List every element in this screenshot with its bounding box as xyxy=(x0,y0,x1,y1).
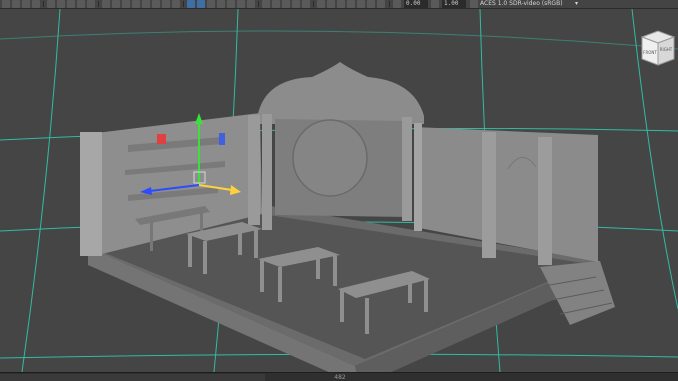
wireframe-icon[interactable] xyxy=(87,0,95,8)
view-transform-label[interactable]: ACES 1.0 SDR-video (sRGB) xyxy=(480,0,563,8)
depth-of-field-icon[interactable] xyxy=(172,0,180,8)
lights-icon[interactable] xyxy=(122,0,130,8)
hud-toggle-icon[interactable] xyxy=(227,0,235,8)
snap-curve-icon[interactable] xyxy=(12,0,20,8)
viewcube[interactable]: FRONT RIGHT xyxy=(638,29,678,69)
motion-blur-icon[interactable] xyxy=(152,0,160,8)
camera-icon[interactable] xyxy=(47,0,55,8)
viewcube-front-label: FRONT xyxy=(643,50,657,55)
resolution-gate-icon[interactable] xyxy=(237,0,245,8)
ambient-occlusion-icon[interactable] xyxy=(142,0,150,8)
viewport-2-icon[interactable] xyxy=(357,0,365,8)
z-plane-handle-icon xyxy=(219,133,225,145)
exposure-field[interactable]: 0.00 xyxy=(404,0,428,8)
grid-toggle-icon[interactable] xyxy=(217,0,225,8)
display-options-icon[interactable] xyxy=(377,0,385,8)
scene-canvas[interactable] xyxy=(0,9,678,372)
field-chart-icon[interactable] xyxy=(292,0,300,8)
gamma-toggle-icon[interactable] xyxy=(431,0,439,8)
gamma-icon[interactable] xyxy=(337,0,345,8)
gamma-field[interactable]: 1.00 xyxy=(442,0,466,8)
grease-pencil-icon[interactable] xyxy=(317,0,325,8)
time-slider[interactable]: 482 xyxy=(0,372,678,381)
toolbar-separator xyxy=(313,1,314,7)
toolbar-separator xyxy=(183,1,184,7)
chevron-down-icon[interactable]: ▾ xyxy=(575,0,578,8)
image-plane-icon[interactable] xyxy=(262,0,270,8)
viewport-3d[interactable]: FRONT RIGHT xyxy=(0,9,678,372)
exposure-icon[interactable] xyxy=(327,0,335,8)
toolbar-separator xyxy=(258,1,259,7)
safe-action-icon[interactable] xyxy=(272,0,280,8)
shaded-icon[interactable] xyxy=(102,0,110,8)
maya-app: 0.00 1.00 ACES 1.0 SDR-video (sRGB) ▾ FR… xyxy=(0,0,678,381)
xray-components-icon[interactable] xyxy=(207,0,215,8)
pan-zoom-icon[interactable] xyxy=(302,0,310,8)
time-slider-range[interactable] xyxy=(0,374,265,381)
snap-point-icon[interactable] xyxy=(22,0,30,8)
textured-icon[interactable] xyxy=(112,0,120,8)
toolbar-separator xyxy=(389,1,390,7)
viewport-toolbar: 0.00 1.00 ACES 1.0 SDR-video (sRGB) ▾ xyxy=(0,0,678,9)
color-mgmt-icon[interactable] xyxy=(347,0,355,8)
viewcube-right-label: RIGHT xyxy=(660,47,673,52)
film-gate-icon[interactable] xyxy=(247,0,255,8)
view-transform-toggle-icon[interactable] xyxy=(470,0,478,8)
anti-aliasing-icon[interactable] xyxy=(162,0,170,8)
xray-joints-icon[interactable] xyxy=(197,0,205,8)
toolbar-separator xyxy=(43,1,44,7)
bookmark-icon[interactable] xyxy=(67,0,75,8)
renderer-icon[interactable] xyxy=(367,0,375,8)
shadows-icon[interactable] xyxy=(132,0,140,8)
safe-title-icon[interactable] xyxy=(282,0,290,8)
dome-building xyxy=(258,62,424,230)
isolate-icon[interactable] xyxy=(77,0,85,8)
snap-view-icon[interactable] xyxy=(32,0,40,8)
lock-icon[interactable] xyxy=(57,0,65,8)
snap-grid-icon[interactable] xyxy=(2,0,10,8)
current-frame: 482 xyxy=(334,374,346,381)
xray-icon[interactable] xyxy=(187,0,195,8)
toolbar-separator xyxy=(98,1,99,7)
exposure-toggle-icon[interactable] xyxy=(393,0,401,8)
y-axis-arrow-icon xyxy=(195,113,203,124)
x-plane-handle-icon xyxy=(157,134,166,144)
